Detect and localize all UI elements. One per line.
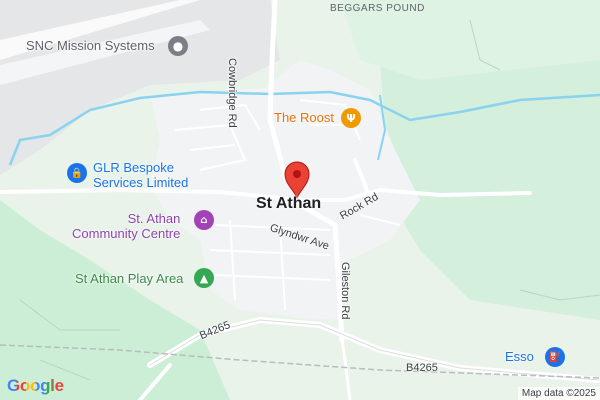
poi-label-the-roost[interactable]: The Roost — [274, 110, 334, 125]
lock-icon[interactable]: 🔒 — [67, 163, 87, 183]
map-attribution[interactable]: Map data ©2025 — [517, 387, 600, 400]
road-label-b4265-east: B4265 — [406, 362, 438, 374]
poi-label-glr[interactable]: GLR Bespoke Services Limited — [93, 160, 188, 190]
place-pin-icon[interactable]: ● — [168, 36, 188, 56]
poi-label-play-area[interactable]: St Athan Play Area — [75, 271, 183, 286]
community-building-icon[interactable]: ⌂ — [194, 210, 214, 230]
road-label-cowbridge: Cowbridge Rd — [226, 58, 238, 128]
area-label-beggars-pound: BEGGARS POUND — [330, 3, 425, 14]
poi-label-community-centre[interactable]: St. Athan Community Centre — [72, 211, 180, 241]
road-label-gileston: Gileston Rd — [339, 262, 351, 320]
map-canvas[interactable]: BEGGARS POUND SNC Mission Systems ● 🔒 GL… — [0, 0, 600, 400]
google-logo-text: Google — [7, 376, 64, 395]
tree-icon[interactable]: ▲ — [194, 268, 214, 288]
restaurant-icon[interactable]: Ψ — [341, 108, 361, 128]
google-logo: Google — [7, 376, 64, 396]
fuel-pump-icon[interactable]: ⛽ — [545, 347, 565, 367]
poi-label-snc[interactable]: SNC Mission Systems — [26, 38, 155, 53]
place-name: St Athan — [256, 195, 322, 212]
poi-label-esso[interactable]: Esso — [505, 349, 534, 364]
